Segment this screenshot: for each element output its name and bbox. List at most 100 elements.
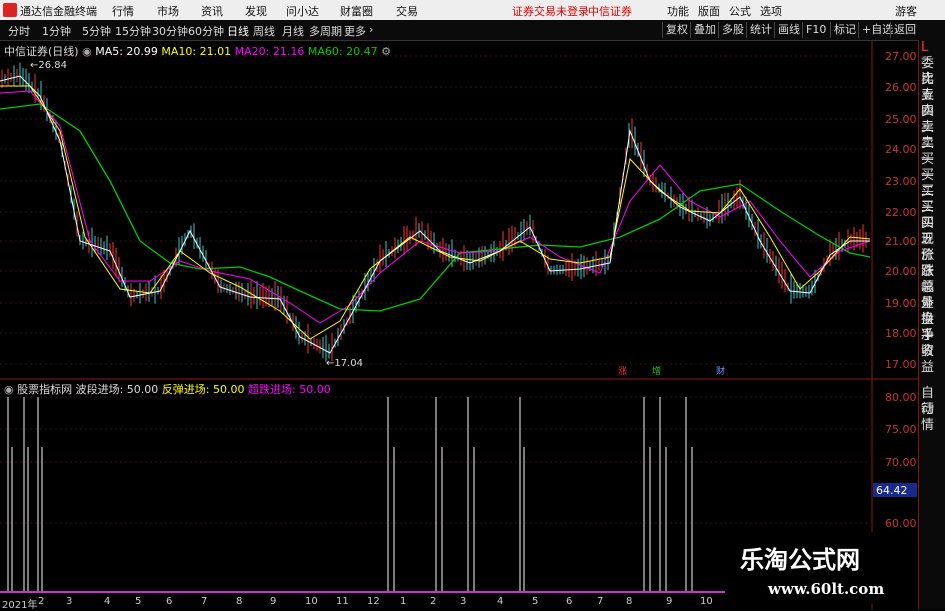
back-button[interactable]: 返回 <box>890 22 919 38</box>
menu-wenxiaoda[interactable]: 问小达 <box>286 3 319 19</box>
x-label: 11 <box>336 596 349 607</box>
settings-icon[interactable]: ◉ <box>82 45 92 58</box>
quote-side-panel: L 委比 卖五 卖四 卖三 卖二 卖一 买一 买二 买三 买四 买五 现价 涨跌… <box>918 40 945 609</box>
app-title: 通达信金融终端 <box>20 5 97 18</box>
x-label: 9 <box>666 596 673 607</box>
menu-bar: 通达信金融终端 行情 市场 资讯 发现 问小达 财富圈 交易 证券交易未登录 中… <box>0 0 945 20</box>
menu-faxian[interactable]: 发现 <box>245 3 267 19</box>
y-tick-21: 21.00 <box>885 235 917 248</box>
indicator-legend: ◉ 股票指标网 波段进场: 50.00 反弹进场: 50.00 超跌进场: 50… <box>4 381 331 397</box>
menu-zixun[interactable]: 资讯 <box>201 3 223 19</box>
multi-stock-button[interactable]: 多股 <box>718 22 747 38</box>
indicator-name[interactable]: 股票指标网 <box>17 383 72 396</box>
event-marker-zhang[interactable]: 涨 <box>618 366 627 377</box>
y-tick-26: 26.00 <box>885 81 917 94</box>
y-tick-17: 17.00 <box>885 358 917 371</box>
f10-button[interactable]: F10 <box>802 22 829 38</box>
ma5-label: MA5: 20.99 <box>95 45 158 58</box>
y-tick-20: 20.00 <box>885 265 917 278</box>
menu-shichang[interactable]: 市场 <box>157 3 179 19</box>
guest-label[interactable]: 游客 <box>895 3 917 19</box>
stock-name[interactable]: 中信证券(日线) <box>4 45 79 58</box>
kline-chart[interactable]: 27.00 26.00 25.00 24.00 23.00 22.00 21.0… <box>0 41 918 609</box>
x-label: 8 <box>236 596 243 607</box>
x-label: 5 <box>135 596 142 607</box>
period-toolbar: 分时 1分钟 5分钟 15分钟 30分钟 60分钟 日线 周线 月线 多周期 更… <box>0 20 945 41</box>
x-label: 10 <box>305 596 318 607</box>
menu-gongshi[interactable]: 公式 <box>729 3 751 19</box>
x-label: 4 <box>104 596 111 607</box>
watermark-title: 乐淘公式网 <box>740 546 860 574</box>
side-l-marker[interactable]: L <box>921 40 945 56</box>
ind-y-tick-60: 60.00 <box>885 517 917 530</box>
menu-xuanxiang[interactable]: 选项 <box>760 3 782 19</box>
y-tick-27: 27.00 <box>885 50 917 63</box>
fuquan-button[interactable]: 复权 <box>662 22 691 38</box>
current-value-label: 64.42 <box>876 484 908 497</box>
ind-y-tick-75: 75.00 <box>885 423 917 436</box>
period-daily[interactable]: 日线 <box>227 23 249 39</box>
chaodie-label: 超跌进场: 50.00 <box>248 383 331 396</box>
y-tick-23: 23.00 <box>885 175 917 188</box>
y-tick-22: 22.00 <box>885 206 917 219</box>
event-marker-cai[interactable]: 财 <box>716 365 725 377</box>
boduan-label: 波段进场: 50.00 <box>75 383 159 396</box>
quote-button[interactable]: 行情 <box>921 402 945 434</box>
x-label: 8 <box>626 596 633 607</box>
y-tick-19: 19.00 <box>885 297 917 310</box>
x-label: 1 <box>400 596 407 607</box>
x-label: 9 <box>270 596 277 607</box>
draw-line-button[interactable]: 画线 <box>774 22 803 38</box>
ma60-label: MA60: 20.47 <box>307 45 378 58</box>
x-label: 6 <box>166 596 173 607</box>
y-tick-24: 24.00 <box>885 143 917 156</box>
fantan-label: 反弹进场: 50.00 <box>161 383 245 396</box>
broker-name[interactable]: 中信证券 <box>588 3 632 19</box>
indicator-toggle-icon[interactable]: ◉ <box>4 383 14 396</box>
menu-hangqing[interactable]: 行情 <box>112 3 134 19</box>
x-label: 2 <box>38 596 45 607</box>
x-label: 10 <box>700 596 713 607</box>
ind-y-tick-80: 80.00 <box>885 391 917 404</box>
overlay-button[interactable]: 叠加 <box>690 22 719 38</box>
period-60min[interactable]: 60分钟 <box>188 23 224 39</box>
main-legend: 中信证券(日线) ◉ MA5: 20.99 MA10: 21.01 MA20: … <box>4 43 391 59</box>
high-price-label: ←26.84 <box>30 60 67 71</box>
period-multi[interactable]: 多周期 <box>309 23 342 39</box>
period-more[interactable]: 更多 <box>344 23 366 39</box>
x-label: 3 <box>460 596 467 607</box>
period-5min[interactable]: 5分钟 <box>82 23 111 39</box>
x-label: 5 <box>532 596 539 607</box>
kline-settings-icon[interactable]: ⚙ <box>381 45 391 58</box>
period-30min[interactable]: 30分钟 <box>152 23 188 39</box>
side-item: 收益 <box>921 344 935 375</box>
stats-button[interactable]: 统计 <box>746 22 775 38</box>
x-label: 12 <box>367 596 380 607</box>
menu-gongneng[interactable]: 功能 <box>667 3 689 19</box>
menu-jiaoyi[interactable]: 交易 <box>396 3 418 19</box>
menu-caifuquan[interactable]: 财富圈 <box>340 3 373 19</box>
watermark-url: www.60lt.com <box>768 580 885 598</box>
period-15min[interactable]: 15分钟 <box>115 23 151 39</box>
mark-button[interactable]: 标记 <box>830 22 859 38</box>
period-fenshi[interactable]: 分时 <box>8 23 30 39</box>
y-tick-25: 25.00 <box>885 113 917 126</box>
x-label: 3 <box>66 596 73 607</box>
period-weekly[interactable]: 周线 <box>253 23 275 39</box>
ma10-label: MA10: 21.01 <box>161 45 232 58</box>
y-tick-18: 18.00 <box>885 327 917 340</box>
x-label: 4 <box>497 596 504 607</box>
menu-banmian[interactable]: 版面 <box>698 3 720 19</box>
app-logo-icon <box>3 3 17 17</box>
event-marker-zeng[interactable]: 增 <box>652 365 661 377</box>
trade-login-notice[interactable]: 证券交易未登录 <box>512 3 589 19</box>
x-label: 7 <box>597 596 604 607</box>
period-monthly[interactable]: 月线 <box>282 23 304 39</box>
ma20-label: MA20: 21.16 <box>234 45 305 58</box>
x-label: 2 <box>430 596 437 607</box>
period-1min[interactable]: 1分钟 <box>42 23 71 39</box>
x-label: 6 <box>566 596 573 607</box>
ind-y-tick-70: 70.00 <box>885 456 917 469</box>
chevron-right-icon[interactable]: › <box>369 23 373 36</box>
x-label: 7 <box>201 596 208 607</box>
